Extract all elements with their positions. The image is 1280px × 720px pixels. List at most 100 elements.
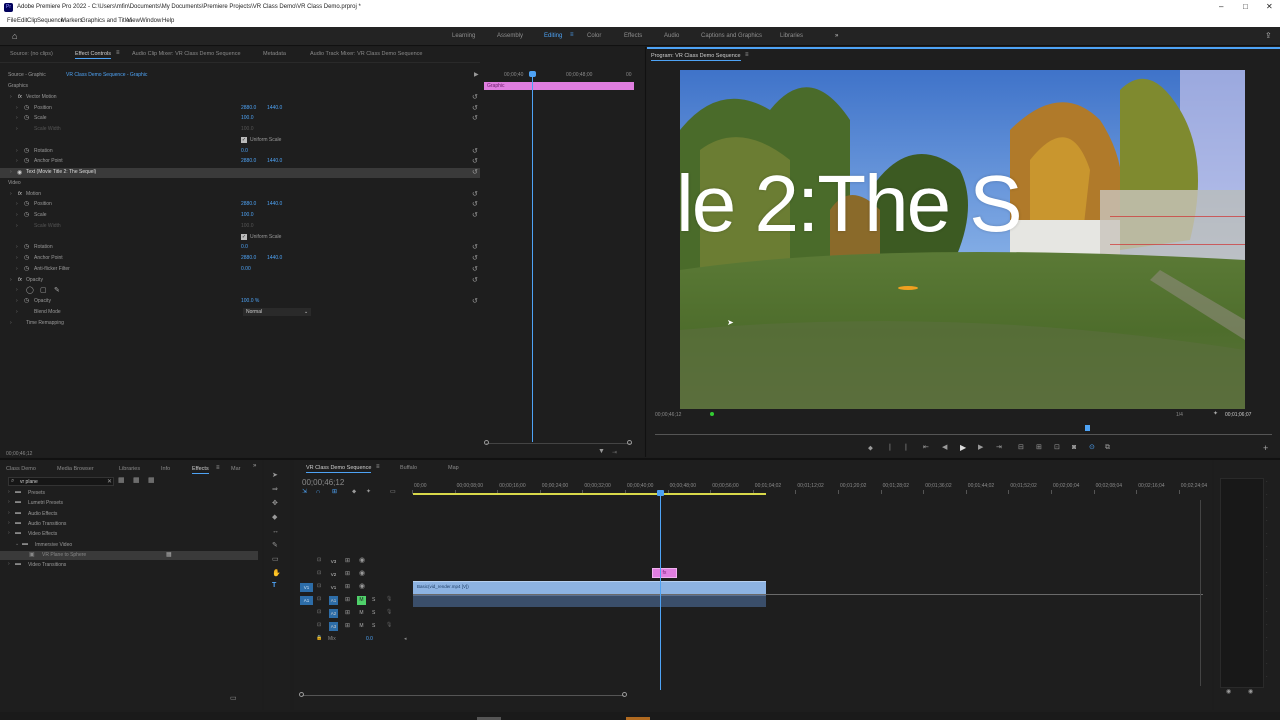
reset-parameter-icon[interactable]: ↺ bbox=[472, 243, 478, 251]
effect-value-2[interactable]: 1440.0 bbox=[267, 255, 282, 261]
expand-chevron-icon[interactable]: › bbox=[10, 94, 12, 100]
workspace-color[interactable]: Color bbox=[587, 33, 601, 39]
effect-row[interactable]: Graphics bbox=[0, 82, 480, 92]
selection-tool-icon[interactable]: ➤ bbox=[272, 472, 278, 479]
reset-parameter-icon[interactable]: ↺ bbox=[472, 297, 478, 305]
effect-value-1[interactable]: 100.0 bbox=[241, 115, 254, 121]
pen-mask-icon[interactable]: ✎ bbox=[54, 286, 60, 294]
menu-graphics-and-titles[interactable]: Graphics and Titles bbox=[81, 18, 132, 24]
menu-window[interactable]: Window bbox=[140, 18, 161, 24]
vr-toggle-icon[interactable]: ⊙ bbox=[1089, 444, 1095, 451]
play-only-icon[interactable]: ▶ bbox=[474, 71, 479, 78]
reset-parameter-icon[interactable]: ↺ bbox=[472, 93, 478, 101]
solo-right-icon[interactable]: ◉ bbox=[1248, 689, 1253, 695]
fx-toggle-icon[interactable]: fx bbox=[18, 277, 22, 283]
expand-chevron-icon[interactable]: › bbox=[16, 115, 18, 121]
tab-mar[interactable]: Mar bbox=[231, 466, 240, 472]
captions-icon[interactable]: ▭ bbox=[390, 489, 396, 495]
mark-in-icon[interactable]: ❘ bbox=[887, 444, 893, 451]
sync-lock-icon[interactable]: ⊞ bbox=[345, 609, 350, 616]
expand-chevron-icon[interactable]: › bbox=[8, 489, 10, 495]
zoom-handle-right[interactable] bbox=[622, 692, 627, 697]
step-forward-icon[interactable]: ▶ bbox=[978, 444, 983, 451]
reset-parameter-icon[interactable]: ↺ bbox=[472, 254, 478, 262]
fx-toggle-icon[interactable]: fx bbox=[18, 191, 22, 197]
effect-value-1[interactable]: 2880.0 bbox=[241, 201, 256, 207]
tab-audio-clip-mixer[interactable]: Audio Clip Mixer: VR Class Demo Sequence bbox=[132, 51, 241, 57]
effect-row[interactable]: › ◷ Anchor Point 2880.0 1440.0 ↺ bbox=[0, 157, 480, 167]
slip-tool-icon[interactable]: ↔ bbox=[272, 528, 279, 535]
go-to-out-icon[interactable]: ⇥ bbox=[996, 444, 1002, 451]
expand-chevron-icon[interactable]: › bbox=[16, 266, 18, 272]
export-icon[interactable]: ⇥ bbox=[612, 449, 617, 456]
lock-icon[interactable]: ⊡ bbox=[317, 583, 321, 589]
expand-chevron-icon[interactable]: › bbox=[10, 277, 12, 283]
reset-parameter-icon[interactable]: ↺ bbox=[472, 265, 478, 273]
uniform-scale-checkbox[interactable]: ✓ bbox=[241, 136, 247, 143]
new-bin-icon[interactable]: ▭ bbox=[230, 695, 237, 702]
expand-chevron-icon[interactable]: › bbox=[16, 158, 18, 164]
timeline-playhead[interactable] bbox=[660, 490, 661, 690]
effects-tree-item[interactable]: › ▬ Video Effects bbox=[0, 530, 258, 539]
track-name[interactable]: A1 bbox=[329, 596, 338, 605]
track-select-icon[interactable]: ⇒ bbox=[272, 486, 278, 493]
solo-button[interactable]: S bbox=[372, 622, 375, 631]
stopwatch-icon[interactable]: ◷ bbox=[24, 157, 29, 164]
share-icon[interactable]: ⇪ bbox=[1265, 31, 1272, 40]
effect-row[interactable]: fx › Vector Motion ↺ bbox=[0, 93, 480, 103]
workspace-learning[interactable]: Learning bbox=[452, 33, 475, 39]
expand-chevron-icon[interactable]: ⌄ bbox=[15, 541, 19, 547]
reset-parameter-icon[interactable]: ↺ bbox=[472, 157, 478, 165]
timeline-timecode[interactable]: 00;00;46;12 bbox=[302, 478, 344, 487]
source-patch[interactable]: A1 bbox=[300, 596, 313, 605]
effects-tree-item[interactable]: › ▬ Presets bbox=[0, 489, 258, 498]
expand-chevron-icon[interactable]: › bbox=[16, 255, 18, 261]
effects-tree-item[interactable]: › ▬ Audio Transitions bbox=[0, 520, 258, 529]
effect-row[interactable]: › ◯ ▢ ✎ bbox=[0, 286, 480, 296]
expand-chevron-icon[interactable]: › bbox=[16, 298, 18, 304]
program-playhead[interactable] bbox=[1084, 425, 1090, 431]
stopwatch-icon[interactable]: ◷ bbox=[24, 200, 29, 207]
tab-metadata[interactable]: Metadata bbox=[263, 51, 286, 57]
voice-over-icon[interactable]: 🎙 bbox=[386, 596, 392, 602]
accelerated-effects-icon[interactable]: ▦ bbox=[118, 477, 125, 484]
program-scrubber[interactable] bbox=[655, 434, 1272, 435]
overwrite-icon[interactable]: ⊞ bbox=[1036, 444, 1042, 451]
menu-file[interactable]: File bbox=[7, 18, 17, 24]
effect-row[interactable]: › ◷ Rotation 0.0 ↺ bbox=[0, 147, 480, 157]
eye-icon[interactable]: ◉ bbox=[359, 556, 365, 564]
stopwatch-icon[interactable]: ◷ bbox=[24, 104, 29, 111]
mute-button[interactable]: M bbox=[357, 596, 366, 605]
effect-row[interactable]: › ◷ Anchor Point 2880.0 1440.0 ↺ bbox=[0, 254, 480, 264]
effect-row[interactable]: ✓ Uniform Scale bbox=[0, 136, 480, 146]
effect-row[interactable]: › Time Remapping bbox=[0, 319, 480, 329]
reset-parameter-icon[interactable]: ↺ bbox=[472, 168, 478, 176]
video-clip[interactable]: Basic(vid_render.mp4 [V]) bbox=[413, 581, 766, 594]
sync-lock-icon[interactable]: ⊞ bbox=[345, 557, 350, 564]
tab-audio-track-mixer[interactable]: Audio Track Mixer: VR Class Demo Sequenc… bbox=[310, 51, 423, 57]
graphic-clip[interactable]: fx bbox=[652, 568, 677, 578]
vertical-scroll[interactable] bbox=[1200, 500, 1201, 686]
rect-mask-icon[interactable]: ▢ bbox=[40, 286, 47, 294]
uniform-scale-checkbox[interactable]: ✓ bbox=[241, 233, 247, 240]
expand-chevron-icon[interactable]: › bbox=[16, 309, 18, 315]
menu-view[interactable]: View bbox=[127, 18, 140, 24]
fit-select[interactable]: 1/4 bbox=[1176, 412, 1183, 418]
tab-media-browser[interactable]: Media Browser bbox=[57, 466, 94, 472]
add-button-icon[interactable]: + bbox=[1263, 443, 1268, 453]
voice-over-icon[interactable]: 🎙 bbox=[386, 622, 392, 628]
expand-chevron-icon[interactable]: › bbox=[8, 561, 10, 567]
effect-value-1[interactable]: 0.0 bbox=[241, 148, 248, 154]
sync-lock-icon[interactable]: ⊞ bbox=[345, 583, 350, 590]
lock-icon[interactable]: ⊡ bbox=[317, 609, 321, 615]
insert-icon[interactable]: ⊟ bbox=[1018, 444, 1024, 451]
lift-icon[interactable]: ⊡ bbox=[1054, 444, 1060, 451]
zoom-handle-left[interactable] bbox=[299, 692, 304, 697]
minimize-icon[interactable]: – bbox=[1219, 2, 1223, 11]
workspace-audio[interactable]: Audio bbox=[664, 33, 679, 39]
effect-row[interactable]: ◉ › Text (Movie Title 2: The Sequel) ↺ bbox=[0, 168, 480, 178]
step-back-icon[interactable]: ◀ bbox=[942, 444, 947, 451]
close-icon[interactable]: ✕ bbox=[1266, 2, 1273, 11]
expand-chevron-icon[interactable]: › bbox=[10, 320, 12, 326]
mute-button[interactable]: M bbox=[357, 609, 366, 618]
